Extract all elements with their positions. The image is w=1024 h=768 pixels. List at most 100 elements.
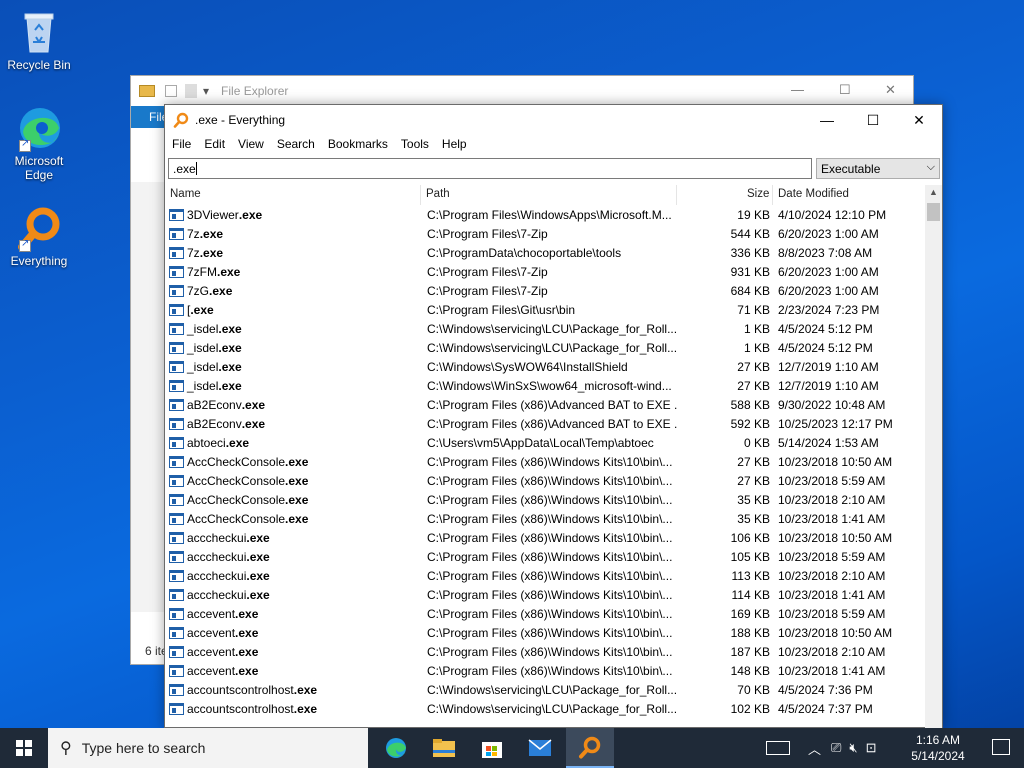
table-row[interactable]: acccheckui.exe C:\Program Files (x86)\Win…	[165, 529, 927, 548]
table-row[interactable]: accevent.exe C:\Program Files (x86)\Windo…	[165, 643, 927, 662]
exe-file-icon	[169, 247, 184, 259]
recycle-bin-icon	[15, 8, 63, 56]
menu-view[interactable]: View	[238, 135, 271, 155]
table-row[interactable]: 7z.exe C:\Program Files\7-Zip 544 KB 6/20/2…	[165, 225, 927, 244]
table-row[interactable]: accountscontrolhost.exe C:\Windows\servic…	[165, 681, 927, 700]
file-name: accevent.exe	[187, 626, 258, 640]
menu-search[interactable]: Search	[277, 135, 322, 155]
table-row[interactable]: aB2Econv.exe C:\Program Files (x86)\Advan…	[165, 396, 927, 415]
menu-edit[interactable]: Edit	[204, 135, 232, 155]
close-button[interactable]: ✕	[896, 105, 942, 135]
table-row[interactable]: AccCheckConsole.exe C:\Program Files (x86…	[165, 510, 927, 529]
column-size[interactable]: Size	[747, 188, 769, 200]
column-date-modified[interactable]: Date Modified	[778, 188, 849, 200]
everything-icon	[579, 736, 601, 759]
table-row[interactable]: AccCheckConsole.exe C:\Program Files (x86…	[165, 472, 927, 491]
file-size: 27 KB	[737, 379, 770, 393]
scroll-up-icon[interactable]: ▲	[929, 187, 938, 197]
table-row[interactable]: AccCheckConsole.exe C:\Program Files (x86…	[165, 491, 927, 510]
keyboard-icon[interactable]	[766, 741, 790, 755]
file-path: C:\Windows\servicing\LCU\Package_for_Rol…	[427, 322, 677, 336]
file-path: C:\Program Files (x86)\Windows Kits\10\b…	[427, 512, 673, 526]
desktop-icon-recycle-bin[interactable]: Recycle Bin	[4, 8, 74, 72]
everything-window[interactable]: .exe - Everything — ☐ ✕ File Edit View S…	[164, 104, 943, 729]
file-path: C:\Program Files (x86)\Windows Kits\10\b…	[427, 550, 673, 564]
file-path: C:\Users\vm5\AppData\Local\Temp\abtoec	[427, 436, 654, 450]
file-size: 336 KB	[730, 246, 770, 260]
file-size: 27 KB	[737, 474, 770, 488]
file-name-extension: .exe	[218, 379, 242, 393]
table-row[interactable]: _isdel.exe C:\Windows\servicing\LCU\Packa…	[165, 339, 927, 358]
file-name-stem: accevent	[187, 645, 236, 659]
desktop-icon-label: Everything	[10, 254, 68, 268]
network-icon[interactable]: ⊡	[866, 740, 877, 756]
file-name: accevent.exe	[187, 664, 258, 678]
table-row[interactable]: [.exe C:\Program Files\Git\usr\bin 71 KB 2/…	[165, 301, 927, 320]
notification-icon[interactable]	[992, 739, 1010, 755]
chevron-up-icon[interactable]: ︿	[808, 739, 821, 758]
table-row[interactable]: accevent.exe C:\Program Files (x86)\Windo…	[165, 624, 927, 643]
taskbar-everything[interactable]	[566, 728, 614, 768]
file-path: C:\Program Files (x86)\Windows Kits\10\b…	[427, 664, 673, 678]
clock[interactable]: 1:16 AM 5/14/2024	[902, 732, 974, 764]
results-list[interactable]: 3DViewer.exe C:\Program Files\WindowsApps…	[165, 206, 927, 729]
maximize-button[interactable]: ☐	[839, 82, 851, 98]
maximize-button[interactable]: ☐	[850, 105, 896, 135]
table-row[interactable]: accountscontrolhost.exe C:\Windows\servic…	[165, 700, 927, 719]
taskbar-file-explorer[interactable]	[420, 728, 468, 768]
search-input[interactable]: .exe	[168, 158, 812, 179]
file-date-modified: 4/10/2024 12:10 PM	[778, 208, 887, 222]
file-name-stem: acccheckui	[187, 550, 247, 564]
taskbar-store[interactable]	[468, 728, 516, 768]
table-row[interactable]: AccCheckConsole.exe C:\Program Files (x86…	[165, 453, 927, 472]
table-row[interactable]: acccheckui.exe C:\Program Files (x86)\Win…	[165, 548, 927, 567]
table-row[interactable]: acccheckui.exe C:\Program Files (x86)\Win…	[165, 586, 927, 605]
desktop-icon-everything[interactable]: Everything	[4, 204, 74, 268]
table-row[interactable]: _isdel.exe C:\Windows\WinSxS\wow64_micros…	[165, 377, 927, 396]
close-button[interactable]: ✕	[885, 82, 896, 98]
everything-icon	[173, 112, 189, 128]
file-date-modified: 12/7/2019 1:10 AM	[778, 379, 879, 393]
column-name[interactable]: Name	[170, 188, 201, 200]
chevron-down-icon[interactable]: ▾	[203, 84, 209, 98]
table-row[interactable]: abtoeci.exe C:\Users\vm5\AppData\Local\Te…	[165, 434, 927, 453]
taskbar-edge[interactable]	[372, 728, 420, 768]
filter-value: Executable	[821, 162, 881, 176]
scrollbar-thumb[interactable]	[927, 203, 940, 221]
exe-file-icon	[169, 418, 184, 430]
store-icon	[482, 742, 502, 758]
table-row[interactable]: 3DViewer.exe C:\Program Files\WindowsApps…	[165, 206, 927, 225]
table-row[interactable]: 7zFM.exe C:\Program Files\7-Zip 931 KB 6/20…	[165, 263, 927, 282]
menu-tools[interactable]: Tools	[401, 135, 436, 155]
navigation-pane[interactable]	[131, 182, 165, 612]
column-path[interactable]: Path	[426, 188, 450, 200]
file-name: aB2Econv.exe	[187, 398, 265, 412]
menu-help[interactable]: Help	[442, 135, 474, 155]
table-row[interactable]: _isdel.exe C:\Windows\servicing\LCU\Packa…	[165, 320, 927, 339]
minimize-button[interactable]: —	[804, 105, 850, 135]
everything-titlebar[interactable]: .exe - Everything — ☐ ✕	[165, 105, 942, 135]
taskbar-mail[interactable]	[516, 728, 564, 768]
file-name: 7z.exe	[187, 246, 223, 260]
table-row[interactable]: 7z.exe C:\ProgramData\chocoportable\tools…	[165, 244, 927, 263]
taskbar-search-box[interactable]: ⚲ Type here to search	[48, 728, 368, 768]
file-path: C:\Program Files (x86)\Windows Kits\10\b…	[427, 626, 673, 640]
table-row[interactable]: acccheckui.exe C:\Program Files (x86)\Win…	[165, 567, 927, 586]
desktop-icon-edge[interactable]: Microsoft Edge	[4, 104, 74, 182]
file-date-modified: 6/20/2023 1:00 AM	[778, 284, 879, 298]
file-name-extension: .exe	[293, 683, 318, 697]
table-row[interactable]: accevent.exe C:\Program Files (x86)\Windo…	[165, 662, 927, 681]
table-row[interactable]: _isdel.exe C:\Windows\SysWOW64\InstallShi…	[165, 358, 927, 377]
file-name: _isdel.exe	[187, 360, 242, 374]
table-row[interactable]: accevent.exe C:\Program Files (x86)\Windo…	[165, 605, 927, 624]
camera-icon[interactable]: ⎚	[831, 740, 841, 756]
table-row[interactable]: aB2Econv.exe C:\Program Files (x86)\Advan…	[165, 415, 927, 434]
menu-bookmarks[interactable]: Bookmarks	[328, 135, 395, 155]
table-row[interactable]: 7zG.exe C:\Program Files\7-Zip 684 KB 6/20/…	[165, 282, 927, 301]
start-button[interactable]	[0, 728, 48, 768]
filter-dropdown[interactable]: Executable ⌵	[816, 158, 940, 179]
vertical-scrollbar[interactable]: ▲	[925, 185, 942, 729]
menu-file[interactable]: File	[172, 135, 198, 155]
volume-muted-icon[interactable]: 🔇︎	[849, 740, 857, 756]
minimize-button[interactable]: —	[791, 82, 804, 97]
